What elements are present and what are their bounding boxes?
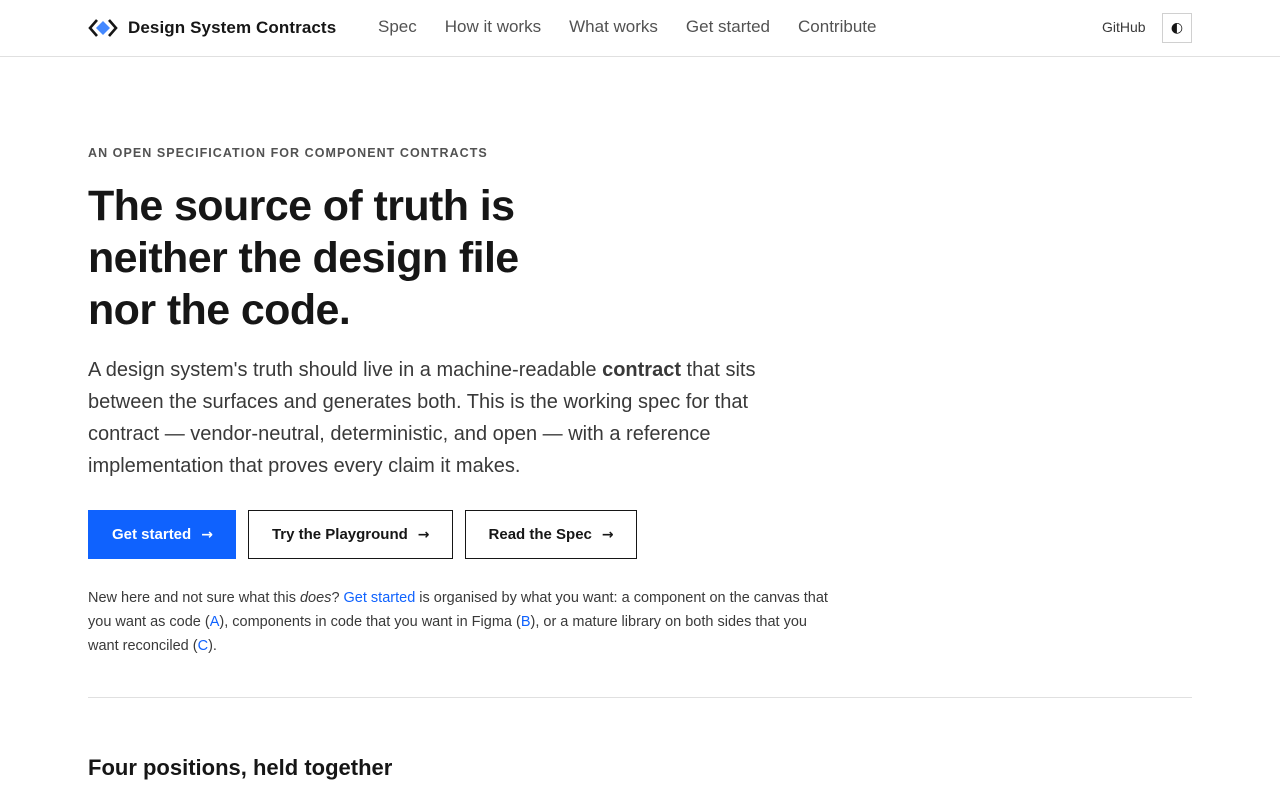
note-path-c-link[interactable]: C <box>198 638 208 654</box>
headline-line-1: The source of truth is <box>88 182 515 230</box>
try-playground-button-label: Try the Playground <box>271 526 408 543</box>
nav-link-how-it-works[interactable]: How it works <box>445 17 541 37</box>
note-text: ? <box>331 590 344 606</box>
note-text: ). <box>208 638 217 654</box>
read-spec-button[interactable]: Read the Spec → <box>464 510 637 559</box>
headline-line-2: neither the design file <box>88 234 519 282</box>
lead-emphasis-contract: contract <box>602 359 681 381</box>
diamond-brackets-logo-icon <box>88 19 118 37</box>
note-path-a-link[interactable]: A <box>210 614 220 630</box>
note-emphasis: does <box>299 590 332 606</box>
theme-toggle-button[interactable]: ◐ <box>1162 13 1192 43</box>
headline-line-3: nor the code. <box>88 286 351 334</box>
note-text: New here and not sure what this <box>88 590 300 606</box>
primary-nav: Spec How it works What works Get started… <box>378 0 904 54</box>
lead-text-start: A design system's truth should live in a… <box>88 359 603 381</box>
section-divider <box>88 697 1192 698</box>
note-path-b-link[interactable]: B <box>521 614 531 630</box>
nav-link-what-works[interactable]: What works <box>569 17 658 37</box>
hero-headline: The source of truth is neither the desig… <box>88 180 648 336</box>
nav-link-contribute[interactable]: Contribute <box>798 17 876 37</box>
read-spec-button-label: Read the Spec <box>488 526 592 543</box>
nav-link-spec[interactable]: Spec <box>378 17 417 37</box>
hero-lead-paragraph: A design system's truth should live in a… <box>88 354 788 482</box>
try-playground-button[interactable]: Try the Playground → <box>247 510 453 559</box>
get-started-button[interactable]: Get started → <box>88 510 236 559</box>
get-started-button-label: Get started <box>112 526 192 543</box>
brand-home-link[interactable]: Design System Contracts <box>88 0 336 56</box>
nav-link-get-started[interactable]: Get started <box>686 17 770 37</box>
section-title: Four positions, held together <box>88 755 393 780</box>
hero-help-note: New here and not sure what this does? Ge… <box>88 586 828 658</box>
note-text: ), components in code that you want in F… <box>219 614 521 630</box>
github-link[interactable]: GitHub <box>1102 0 1146 54</box>
brand-name: Design System Contracts <box>128 18 337 37</box>
hero-eyebrow: AN OPEN SPECIFICATION FOR COMPONENT CONT… <box>88 146 488 160</box>
top-navigation-bar: Design System Contracts Spec How it work… <box>0 0 1280 57</box>
hero-cta-group: Get started → Try the Playground → Read … <box>88 510 649 559</box>
arrow-right-icon: → <box>601 526 614 543</box>
arrow-right-icon: → <box>201 526 213 543</box>
half-circle-contrast-icon: ◐ <box>1170 20 1184 36</box>
arrow-right-icon: → <box>417 526 430 543</box>
note-get-started-link[interactable]: Get started <box>344 590 416 606</box>
